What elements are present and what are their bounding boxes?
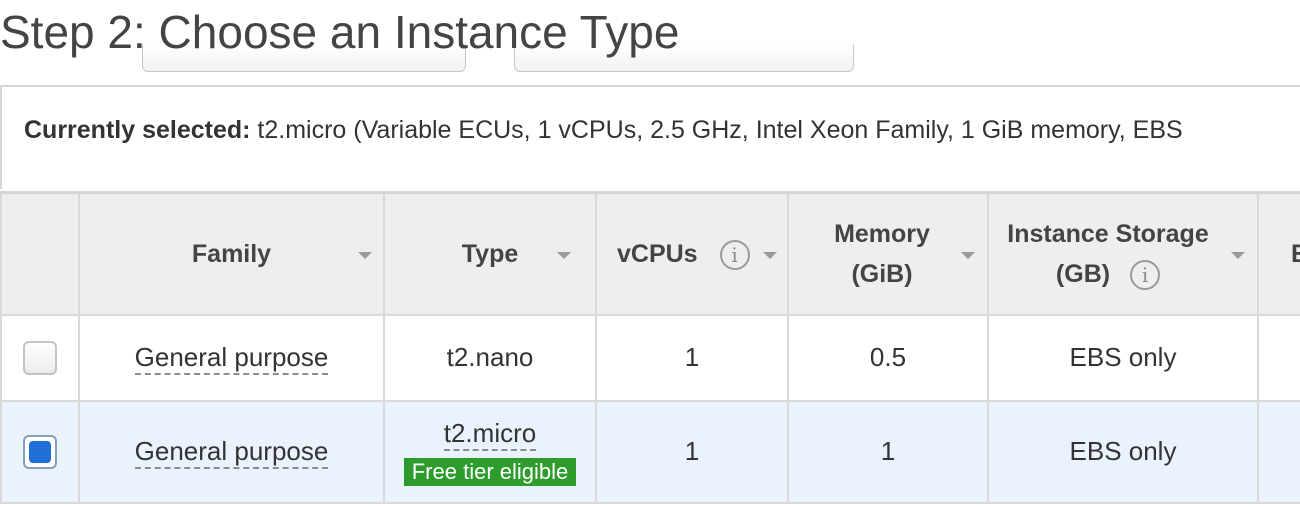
select-column-header — [0, 191, 80, 316]
vcpus-cell: 1 — [595, 313, 789, 402]
family-link[interactable]: General purpose — [134, 436, 329, 469]
column-header-vcpus[interactable]: vCPUs i — [595, 191, 789, 316]
family-cell: General purpose — [78, 399, 385, 504]
column-header-vcpus-label: vCPUs — [617, 239, 698, 268]
vcpus-value: 1 — [684, 342, 700, 372]
sort-caret-icon[interactable] — [358, 252, 372, 259]
column-header-memory[interactable]: Memory (GiB) — [787, 191, 989, 316]
storage-cell: EBS only — [987, 399, 1259, 504]
sort-caret-icon[interactable] — [557, 252, 571, 259]
instance-type-page: Step 2: Choose an Instance Type Currentl… — [0, 0, 1300, 506]
family-cell: General purpose — [78, 313, 385, 402]
column-header-memory-line2: (GiB) — [851, 259, 913, 288]
column-header-next-cut[interactable]: E — [1257, 191, 1300, 316]
free-tier-badge: Free tier eligible — [403, 457, 577, 486]
storage-value: EBS only — [1069, 342, 1177, 372]
column-header-type-label: Type — [461, 239, 519, 268]
currently-selected-label: Currently selected: — [24, 116, 251, 144]
sort-caret-icon[interactable] — [961, 252, 975, 259]
sort-caret-icon[interactable] — [763, 252, 777, 259]
column-header-instance-storage[interactable]: Instance Storage (GB) i — [987, 191, 1259, 316]
info-icon[interactable]: i — [719, 240, 750, 271]
memory-cell: 0.5 — [787, 313, 989, 402]
column-header-storage-line1: Instance Storage — [1007, 219, 1209, 248]
table-row-selected[interactable]: General purpose t2.micro Free tier eligi… — [0, 399, 1300, 504]
type-value: t2.nano — [446, 342, 534, 372]
instance-types-table: Family Type vCPUs i Memory (GiB) Instance … — [0, 191, 1300, 504]
currently-selected-text: Currently selected: t2.micro (Variable E… — [24, 114, 1183, 146]
family-link[interactable]: General purpose — [134, 342, 329, 375]
page-title: Step 2: Choose an Instance Type — [0, 6, 680, 58]
column-header-next-cut-label: E — [1291, 240, 1300, 268]
type-cell: t2.nano — [383, 313, 597, 402]
type-link[interactable]: t2.micro — [443, 417, 537, 451]
row-select-cell[interactable] — [0, 313, 80, 402]
sort-caret-icon[interactable] — [1231, 252, 1245, 259]
row-checkbox[interactable] — [23, 340, 57, 375]
memory-value: 1 — [880, 436, 896, 466]
vcpus-value: 1 — [684, 436, 700, 466]
row-checkbox-checked[interactable] — [23, 434, 57, 469]
storage-cell: EBS only — [987, 313, 1259, 402]
cut-cell — [1257, 313, 1300, 402]
info-icon[interactable]: i — [1130, 260, 1161, 291]
table-row[interactable]: General purpose t2.nano 1 0.5 EBS only — [0, 313, 1300, 402]
currently-selected-value: t2.micro (Variable ECUs, 1 vCPUs, 2.5 GH… — [250, 116, 1183, 144]
currently-selected-bar: Currently selected: t2.micro (Variable E… — [0, 85, 1300, 189]
storage-value: EBS only — [1069, 436, 1177, 466]
column-header-storage-line2: (GB) — [1055, 259, 1111, 288]
vcpus-cell: 1 — [595, 399, 789, 504]
table-header-row: Family Type vCPUs i Memory (GiB) Instance … — [0, 191, 1300, 316]
column-header-type[interactable]: Type — [383, 191, 597, 316]
column-header-memory-line1: Memory — [834, 219, 930, 248]
type-cell: t2.micro Free tier eligible — [383, 399, 597, 504]
column-header-family-label: Family — [191, 239, 272, 268]
memory-value: 0.5 — [869, 342, 907, 372]
row-select-cell[interactable] — [0, 399, 80, 504]
memory-cell: 1 — [787, 399, 989, 504]
cut-cell — [1257, 399, 1300, 504]
column-header-family[interactable]: Family — [78, 191, 385, 316]
